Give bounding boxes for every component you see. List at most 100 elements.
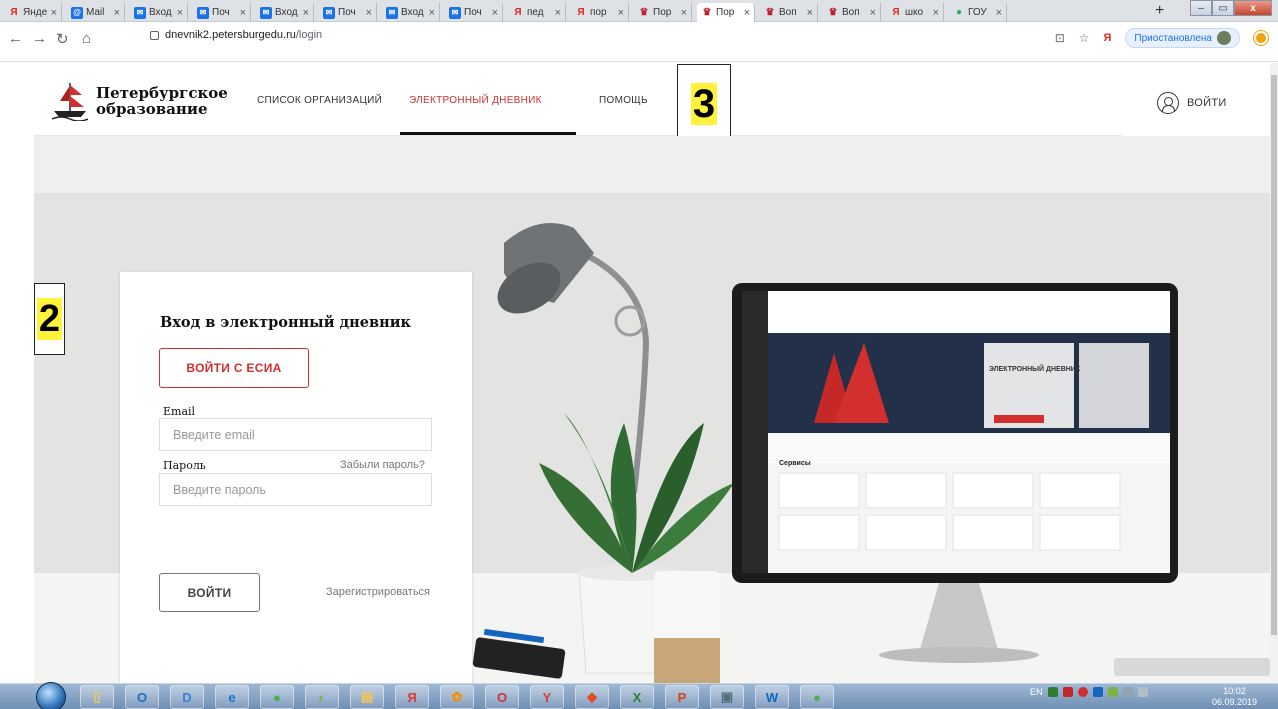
site-logo[interactable]: Петербургское образование [52, 81, 228, 121]
tab-close-icon[interactable]: × [618, 7, 624, 19]
active-nav-underline [400, 132, 576, 135]
logo-text: Петербургское образование [96, 85, 228, 117]
opera-icon[interactable]: O [485, 685, 519, 709]
close-window-button[interactable]: x [1234, 0, 1272, 16]
chrome2-icon[interactable]: ● [800, 685, 834, 709]
app2-icon[interactable]: ✿ [440, 685, 474, 709]
forgot-password-link[interactable]: Забыли пароль? [340, 459, 425, 471]
folder-icon[interactable]: ▤ [350, 685, 384, 709]
browser-tab[interactable]: Япор × [571, 3, 629, 22]
tray-network-icon[interactable] [1122, 687, 1133, 697]
gmail-icon: ✉ [134, 6, 146, 19]
anydesk-icon[interactable]: ◆ [575, 685, 609, 709]
profile-paused-button[interactable]: Приостановлена [1125, 28, 1240, 48]
nav-organizations[interactable]: СПИСОК ОРГАНИЗАЦИЙ [257, 95, 382, 106]
browser-tab-strip: ● ГОУ × Яшко × ♛ Воп × ♛ Воп × ♛ Пор × ♛ Пор × Япор × Япед ×… [0, 0, 1278, 22]
tray-app-icon[interactable] [1107, 687, 1118, 697]
chrome-icon[interactable]: ● [260, 685, 294, 709]
media-icon[interactable]: D [170, 685, 204, 709]
tab-close-icon[interactable]: × [744, 7, 750, 19]
taskbar-clock[interactable]: 10:02 06.09.2019 [1212, 686, 1257, 708]
paused-label: Приостановлена [1134, 32, 1212, 44]
word-icon[interactable]: W [755, 685, 789, 709]
excel-icon[interactable]: X [620, 685, 654, 709]
esia-login-button[interactable]: ВОЙТИ С ЕСИА [159, 348, 309, 388]
tray-opera-icon[interactable] [1077, 687, 1088, 697]
explorer-icon[interactable]: ▯ [80, 685, 114, 709]
tab-close-icon[interactable]: × [429, 7, 435, 19]
yandex-icon[interactable]: Я [395, 685, 429, 709]
yandex-icon[interactable]: Я [1104, 32, 1112, 44]
tab-close-icon[interactable]: × [555, 7, 561, 19]
tab-close-icon[interactable]: × [303, 7, 309, 19]
minimize-button[interactable]: – [1190, 0, 1212, 16]
yandex-browser-icon[interactable]: Y [530, 685, 564, 709]
browser-tab[interactable]: ♛ Воп × [760, 3, 818, 22]
home-icon[interactable]: ⌂ [82, 30, 91, 47]
lock-icon [150, 30, 159, 40]
browser-tab[interactable]: ♛ Пор × [634, 3, 692, 22]
tab-close-icon[interactable]: × [681, 7, 687, 19]
tab-close-icon[interactable]: × [51, 7, 57, 19]
scrollbar-thumb[interactable] [1271, 75, 1277, 635]
email-field[interactable]: Введите email [159, 418, 432, 451]
back-arrow-icon[interactable]: ← [8, 30, 23, 47]
extension-icon[interactable] [1254, 31, 1268, 45]
tab-close-icon[interactable]: × [177, 7, 183, 19]
tab-close-icon[interactable]: × [366, 7, 372, 19]
system-tray: EN [1030, 687, 1148, 697]
tab-close-icon[interactable]: × [933, 7, 939, 19]
app-icon[interactable]: ◐ [305, 685, 339, 709]
outlook-icon[interactable]: O [125, 685, 159, 709]
browser-tab[interactable]: ● ГОУ × [949, 3, 1007, 22]
app3-icon[interactable]: ▣ [710, 685, 744, 709]
tab-close-icon[interactable]: × [807, 7, 813, 19]
ie-icon[interactable]: e [215, 685, 249, 709]
tab-close-icon[interactable]: × [870, 7, 876, 19]
tab-close-icon[interactable]: × [492, 7, 498, 19]
tab-close-icon[interactable]: × [996, 7, 1002, 19]
browser-tab[interactable]: ✉ Вход × [382, 3, 440, 22]
browser-tab[interactable]: @ Mail × [67, 3, 125, 22]
browser-tab-label: Поч [464, 7, 482, 18]
register-link[interactable]: Зарегистрироваться [326, 586, 430, 598]
bookmark-star-icon[interactable]: ☆ [1079, 31, 1090, 45]
reload-icon[interactable]: ↻ [56, 30, 69, 48]
logo-line1: Петербургское [96, 84, 228, 102]
translate-icon[interactable]: ⊡ [1055, 31, 1065, 45]
browser-tab[interactable]: ✉ Поч × [445, 3, 503, 22]
browser-tab[interactable]: Я Янде × [4, 3, 62, 22]
tab-close-icon[interactable]: × [114, 7, 120, 19]
tray-app-icon[interactable] [1062, 687, 1073, 697]
maximize-button[interactable]: ▭ [1212, 0, 1234, 16]
nav-electronic-diary[interactable]: ЭЛЕКТРОННЫЙ ДНЕВНИК [409, 95, 542, 106]
tray-app-icon[interactable] [1047, 687, 1058, 697]
browser-tab[interactable]: ✉ Вход × [130, 3, 188, 22]
address-bar[interactable]: dnevnik2.petersburgedu.ru/login [150, 29, 322, 41]
language-indicator[interactable]: EN [1030, 687, 1043, 697]
browser-tab-label: шко [905, 7, 924, 18]
browser-tab[interactable]: ♛ Пор × [697, 3, 755, 22]
login-link[interactable]: ВОЙТИ [1157, 92, 1227, 114]
nav-help[interactable]: ПОМОЩЬ [599, 95, 648, 106]
password-field[interactable]: Введите пароль [159, 473, 432, 506]
submit-login-button[interactable]: ВОЙТИ [159, 573, 260, 612]
gmail-icon: ✉ [260, 6, 272, 19]
tray-volume-icon[interactable] [1137, 687, 1148, 697]
tab-close-icon[interactable]: × [240, 7, 246, 19]
browser-tab[interactable]: ✉ Вход × [256, 3, 314, 22]
browser-tab[interactable]: ✉ Поч × [319, 3, 377, 22]
browser-tab[interactable]: Яшко × [886, 3, 944, 22]
browser-tab[interactable]: ✉ Поч × [193, 3, 251, 22]
start-button[interactable] [36, 682, 66, 709]
gmail-icon: ✉ [386, 6, 398, 19]
user-icon [1157, 92, 1179, 114]
new-tab-button[interactable]: + [1155, 2, 1164, 20]
browser-tab[interactable]: ♛ Воп × [823, 3, 881, 22]
tray-app-icon[interactable] [1092, 687, 1103, 697]
powerpoint-icon[interactable]: P [665, 685, 699, 709]
forward-arrow-icon[interactable]: → [32, 30, 47, 47]
page-scrollbar[interactable] [1270, 63, 1278, 683]
yandex-icon: Я [514, 7, 522, 18]
browser-tab[interactable]: Япед × [508, 3, 566, 22]
